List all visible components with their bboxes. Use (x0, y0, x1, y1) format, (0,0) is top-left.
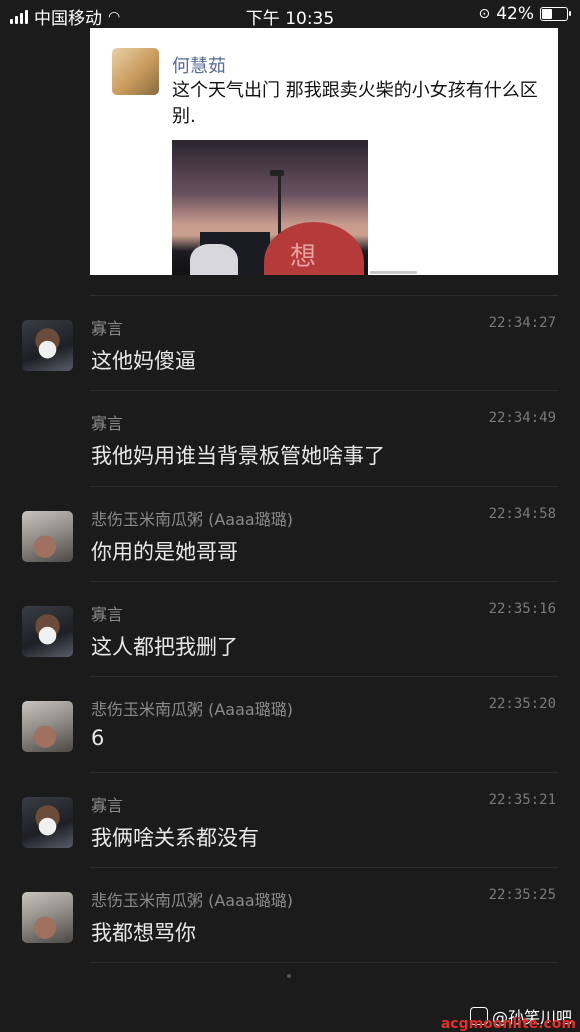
sender-avatar[interactable] (22, 891, 73, 943)
message-time: 22:35:20 (488, 696, 556, 713)
sender-name[interactable]: 寡言 (91, 410, 123, 434)
sender-avatar[interactable] (22, 510, 73, 562)
orientation-lock-icon: ⊙ (478, 6, 491, 22)
post-author-avatar[interactable] (112, 48, 159, 95)
sender-name[interactable]: 悲伤玉米南瓜粥 (Aaaa璐璐) (91, 696, 293, 720)
message-time: 22:34:58 (488, 505, 556, 522)
status-bar: 中国移动 ◠ 下午 10:35 ⊙ 42% (0, 0, 580, 29)
shared-post-card[interactable]: 何慧茹 这个天气出门 那我跟卖火柴的小女孩有什么区别. 想 (90, 28, 558, 275)
message-row[interactable]: 寡言 22:34:27 这他妈傻逼 (0, 295, 580, 390)
message-row[interactable]: 悲伤玉米南瓜粥 (Aaaa璐璐) 22:34:58 你用的是她哥哥 (0, 486, 580, 581)
sender-name[interactable]: 悲伤玉米南瓜粥 (Aaaa璐璐) (91, 506, 293, 530)
sender-name[interactable]: 寡言 (91, 601, 123, 625)
post-photo[interactable]: 想 (172, 140, 368, 275)
battery-icon (540, 7, 571, 21)
message-time: 22:34:27 (488, 315, 556, 331)
message-text[interactable]: 我他妈用谁当背景板管她啥事了 (91, 440, 385, 470)
message-row[interactable]: 悲伤玉米南瓜粥 (Aaaa璐璐) 22:35:20 6 (0, 676, 580, 771)
sender-avatar[interactable] (22, 320, 73, 371)
status-right: ⊙ 42% (478, 4, 571, 24)
message-text[interactable]: 我俩啥关系都没有 (91, 822, 259, 852)
card-scroll-indicator (370, 271, 417, 274)
sender-name[interactable]: 悲伤玉米南瓜粥 (Aaaa璐璐) (91, 887, 293, 911)
message-row[interactable]: 寡言 22:34:49 我他妈用谁当背景板管她啥事了 (0, 390, 580, 485)
message-time: 22:35:21 (488, 791, 556, 808)
sender-avatar[interactable] (22, 701, 73, 753)
battery-percent: 42% (496, 4, 534, 24)
message-text[interactable]: 这他妈傻逼 (91, 345, 196, 375)
post-author-name[interactable]: 何慧茹 (172, 52, 226, 78)
message-row[interactable]: 悲伤玉米南瓜粥 (Aaaa璐璐) 22:35:25 我都想骂你 (0, 867, 580, 962)
post-text: 这个天气出门 那我跟卖火柴的小女孩有什么区别. (172, 80, 538, 127)
sender-avatar[interactable] (22, 605, 73, 657)
scroll-dot (287, 974, 291, 978)
message-row[interactable]: 寡言 22:35:16 这人都把我删了 (0, 581, 580, 676)
sender-name[interactable]: 寡言 (91, 792, 123, 816)
sender-avatar[interactable] (22, 796, 73, 848)
watermark: @孙笑川吧 acgmoonlite.com (441, 1004, 576, 1032)
message-row[interactable]: 寡言 22:35:21 我俩啥关系都没有 (0, 772, 580, 867)
street-lamp (270, 170, 284, 176)
message-time: 22:35:25 (488, 886, 556, 903)
message-text[interactable]: 我都想骂你 (91, 917, 196, 947)
lamp-pole (278, 174, 281, 234)
person-silhouette (190, 244, 238, 275)
message-text[interactable]: 你用的是她哥哥 (91, 536, 238, 566)
photo-glyph: 想 (290, 242, 317, 272)
message-text[interactable]: 这人都把我删了 (91, 631, 238, 661)
sender-name[interactable]: 寡言 (91, 315, 123, 339)
watermark-site: acgmoonlite.com (440, 1016, 576, 1032)
message-text[interactable]: 6 (91, 726, 104, 750)
message-divider (90, 962, 558, 964)
message-time: 22:35:16 (488, 600, 556, 617)
message-time: 22:34:49 (488, 410, 556, 427)
